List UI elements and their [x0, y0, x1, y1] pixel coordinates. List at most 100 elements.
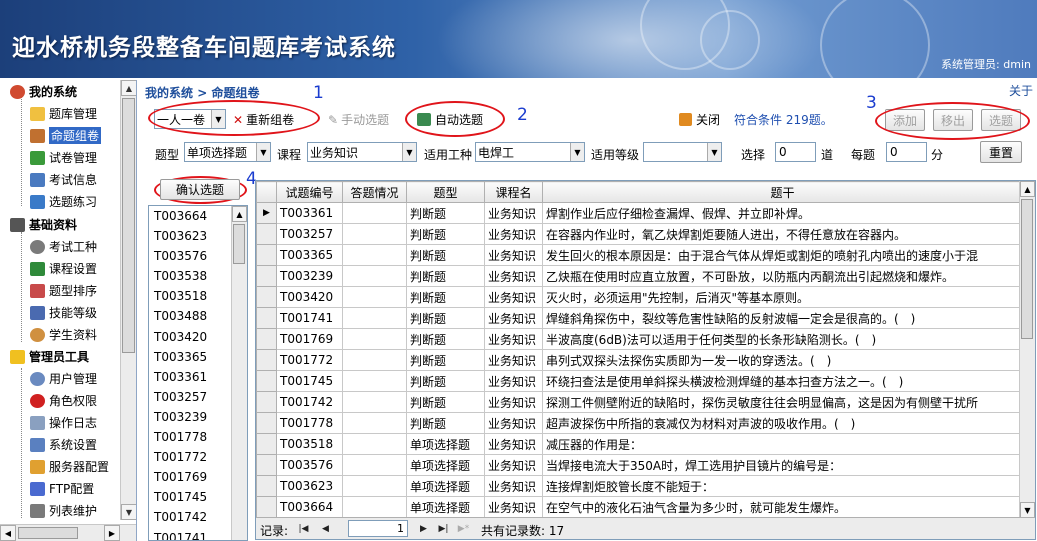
- sidebar-item-role-permission[interactable]: 角色权限: [30, 392, 97, 409]
- reset-button[interactable]: 重置: [980, 141, 1022, 163]
- row-header[interactable]: [256, 286, 277, 308]
- cell-answer-status[interactable]: [342, 454, 407, 476]
- sidebar-item-skill-level[interactable]: 技能等级: [30, 304, 97, 321]
- cell-question-stem[interactable]: 半波高度(6dB)法可以适用于任何类型的长条形缺陷测长。( ): [542, 328, 1023, 350]
- cell-question-stem[interactable]: 探测工件侧壁附近的缺陷时，探伤灵敏度往往会明显偏高，这是因为有侧壁干扰所: [542, 391, 1023, 413]
- scroll-up-icon[interactable]: ▲: [121, 80, 136, 96]
- column-header-answer-status[interactable]: 答题情况: [342, 181, 407, 203]
- table-row[interactable]: T001745 判断题 业务知识 环绕扫查法是使用单斜探头横波检测焊缝的基本扫查方法之…: [256, 370, 1023, 392]
- cell-question-type[interactable]: 单项选择题: [406, 433, 485, 455]
- cell-answer-status[interactable]: [342, 391, 407, 413]
- chevron-down-icon[interactable]: ▼: [707, 143, 721, 161]
- cell-question-id[interactable]: T003239: [276, 265, 343, 287]
- sidebar-group-admin-tools[interactable]: 管理员工具: [10, 348, 89, 365]
- selected-question-list[interactable]: T003664 T003623 T003576 T003538 T003518 T0034…: [148, 205, 248, 541]
- scroll-thumb[interactable]: [122, 98, 135, 353]
- confirm-select-button[interactable]: 确认选题: [160, 179, 240, 200]
- cell-question-type[interactable]: 判断题: [406, 370, 485, 392]
- cell-question-id[interactable]: T003361: [276, 202, 343, 224]
- cell-course[interactable]: 业务知识: [484, 244, 543, 266]
- cell-answer-status[interactable]: [342, 475, 407, 497]
- sidebar-group-basic-data[interactable]: 基础资料: [10, 216, 77, 233]
- cell-question-type[interactable]: 单项选择题: [406, 475, 485, 497]
- sidebar-item-operation-log[interactable]: 操作日志: [30, 414, 97, 431]
- row-header[interactable]: [256, 412, 277, 434]
- cell-answer-status[interactable]: [342, 370, 407, 392]
- cell-answer-status[interactable]: [342, 223, 407, 245]
- table-row[interactable]: T001741 判断题 业务知识 焊缝斜角探伤中，裂纹等危害性缺陷的反射波幅一定会是很…: [256, 307, 1023, 329]
- table-row[interactable]: T001769 判断题 业务知识 半波高度(6dB)法可以适用于任何类型的长条形缺陷测…: [256, 328, 1023, 350]
- scroll-down-icon[interactable]: ▼: [121, 504, 136, 520]
- table-row[interactable]: T003239 判断题 业务知识 乙炔瓶在使用时应直立放置，不可卧放，以防瓶内丙酮流出…: [256, 265, 1023, 287]
- score-input[interactable]: 0: [886, 142, 927, 162]
- sidebar-item-type-order[interactable]: 题型排序: [30, 282, 97, 299]
- table-row[interactable]: T003365 判断题 业务知识 发生回火的根本原因是：由于混合气体从焊炬或割炬的喷射…: [256, 244, 1023, 266]
- cell-question-stem[interactable]: 连接焊割炬胶管长度不能短于：: [542, 475, 1023, 497]
- row-header[interactable]: [256, 496, 277, 518]
- last-record-icon[interactable]: ▶|: [436, 521, 451, 536]
- current-row-indicator-icon[interactable]: ▶: [256, 202, 277, 224]
- cell-course[interactable]: 业务知识: [484, 328, 543, 350]
- cell-question-id[interactable]: T003518: [276, 433, 343, 455]
- cell-question-stem[interactable]: 环绕扫查法是使用单斜探头横波检测焊缝的基本扫查方法之一。( ): [542, 370, 1023, 392]
- cell-question-type[interactable]: 判断题: [406, 223, 485, 245]
- table-row[interactable]: ▶ T003361 判断题 业务知识 焊割作业后应仔细检查漏焊、假焊、并立即补焊。: [256, 202, 1023, 224]
- table-row[interactable]: T003420 判断题 业务知识 灭火时，必须运用"先控制，后消灭"等基本原则。: [256, 286, 1023, 308]
- cell-question-type[interactable]: 判断题: [406, 412, 485, 434]
- question-grid[interactable]: 试题编号 答题情况 题型 课程名 题干 ▶ T003361 判断题 业务知识 焊割作业后…: [255, 180, 1036, 540]
- cell-question-stem[interactable]: 乙炔瓶在使用时应直立放置，不可卧放，以防瓶内丙酮流出引起燃烧和爆炸。: [542, 265, 1023, 287]
- sidebar-group-my-system[interactable]: 我的系统: [10, 83, 77, 100]
- prev-record-icon[interactable]: ◀: [318, 521, 333, 536]
- row-header[interactable]: [256, 307, 277, 329]
- cell-question-id[interactable]: T001741: [276, 307, 343, 329]
- sidebar-item-student-data[interactable]: 学生资料: [30, 326, 97, 343]
- row-header[interactable]: [256, 328, 277, 350]
- cell-question-type[interactable]: 单项选择题: [406, 496, 485, 518]
- scroll-up-icon[interactable]: ▲: [1020, 181, 1035, 197]
- row-header[interactable]: [256, 391, 277, 413]
- cell-question-stem[interactable]: 焊割作业后应仔细检查漏焊、假焊、并立即补焊。: [542, 202, 1023, 224]
- type-select[interactable]: 单项选择题 ▼: [184, 142, 271, 162]
- sidebar-horizontal-scrollbar[interactable]: ◀ ▶: [0, 524, 136, 541]
- sidebar-item-exam-job[interactable]: 考试工种: [30, 238, 97, 255]
- cell-question-id[interactable]: T001769: [276, 328, 343, 350]
- sidebar-vertical-scrollbar[interactable]: ▲ ▼: [120, 80, 136, 520]
- sidebar-item-paper-management[interactable]: 试卷管理: [30, 149, 97, 166]
- cell-question-id[interactable]: T003420: [276, 286, 343, 308]
- cell-question-type[interactable]: 判断题: [406, 286, 485, 308]
- cell-question-id[interactable]: T001772: [276, 349, 343, 371]
- cell-question-id[interactable]: T003257: [276, 223, 343, 245]
- about-link[interactable]: 关于: [1009, 82, 1033, 99]
- cell-question-stem[interactable]: 灭火时，必须运用"先控制，后消灭"等基本原则。: [542, 286, 1023, 308]
- chevron-down-icon[interactable]: ▼: [256, 143, 270, 161]
- cell-answer-status[interactable]: [342, 202, 407, 224]
- cell-answer-status[interactable]: [342, 328, 407, 350]
- cell-course[interactable]: 业务知识: [484, 307, 543, 329]
- record-position-input[interactable]: 1: [348, 520, 408, 537]
- cell-question-stem[interactable]: 发生回火的根本原因是：由于混合气体从焊炬或割炬的喷射孔内喷出的速度小于混: [542, 244, 1023, 266]
- cell-question-type[interactable]: 判断题: [406, 307, 485, 329]
- cell-question-type[interactable]: 判断题: [406, 349, 485, 371]
- sidebar-item-user-management[interactable]: 用户管理: [30, 370, 97, 387]
- cell-question-type[interactable]: 判断题: [406, 265, 485, 287]
- cell-question-stem[interactable]: 超声波探伤中所指的衰减仅为材料对声波的吸收作用。( ): [542, 412, 1023, 434]
- manual-select-button[interactable]: ✎ 手动选题: [328, 111, 389, 128]
- row-header[interactable]: [256, 475, 277, 497]
- table-row[interactable]: T003623 单项选择题 业务知识 连接焊割炬胶管长度不能短于：: [256, 475, 1023, 497]
- cell-question-type[interactable]: 判断题: [406, 244, 485, 266]
- cell-question-id[interactable]: T001742: [276, 391, 343, 413]
- cell-course[interactable]: 业务知识: [484, 391, 543, 413]
- cell-course[interactable]: 业务知识: [484, 454, 543, 476]
- column-header-stem[interactable]: 题干: [542, 181, 1023, 203]
- scroll-down-icon[interactable]: ▼: [1020, 502, 1035, 518]
- cell-answer-status[interactable]: [342, 412, 407, 434]
- sidebar-item-server-config[interactable]: 服务器配置: [30, 458, 109, 475]
- scroll-right-icon[interactable]: ▶: [104, 525, 120, 541]
- cell-course[interactable]: 业务知识: [484, 475, 543, 497]
- cell-answer-status[interactable]: [342, 286, 407, 308]
- sidebar-item-question-bank[interactable]: 题库管理: [30, 105, 97, 122]
- sidebar-item-practice[interactable]: 选题练习: [30, 193, 97, 210]
- pick-count-input[interactable]: 0: [775, 142, 816, 162]
- table-row[interactable]: T003664 单项选择题 业务知识 在空气中的液化石油气含量为多少时，就可能发生爆炸…: [256, 496, 1023, 518]
- column-header-course[interactable]: 课程名: [484, 181, 543, 203]
